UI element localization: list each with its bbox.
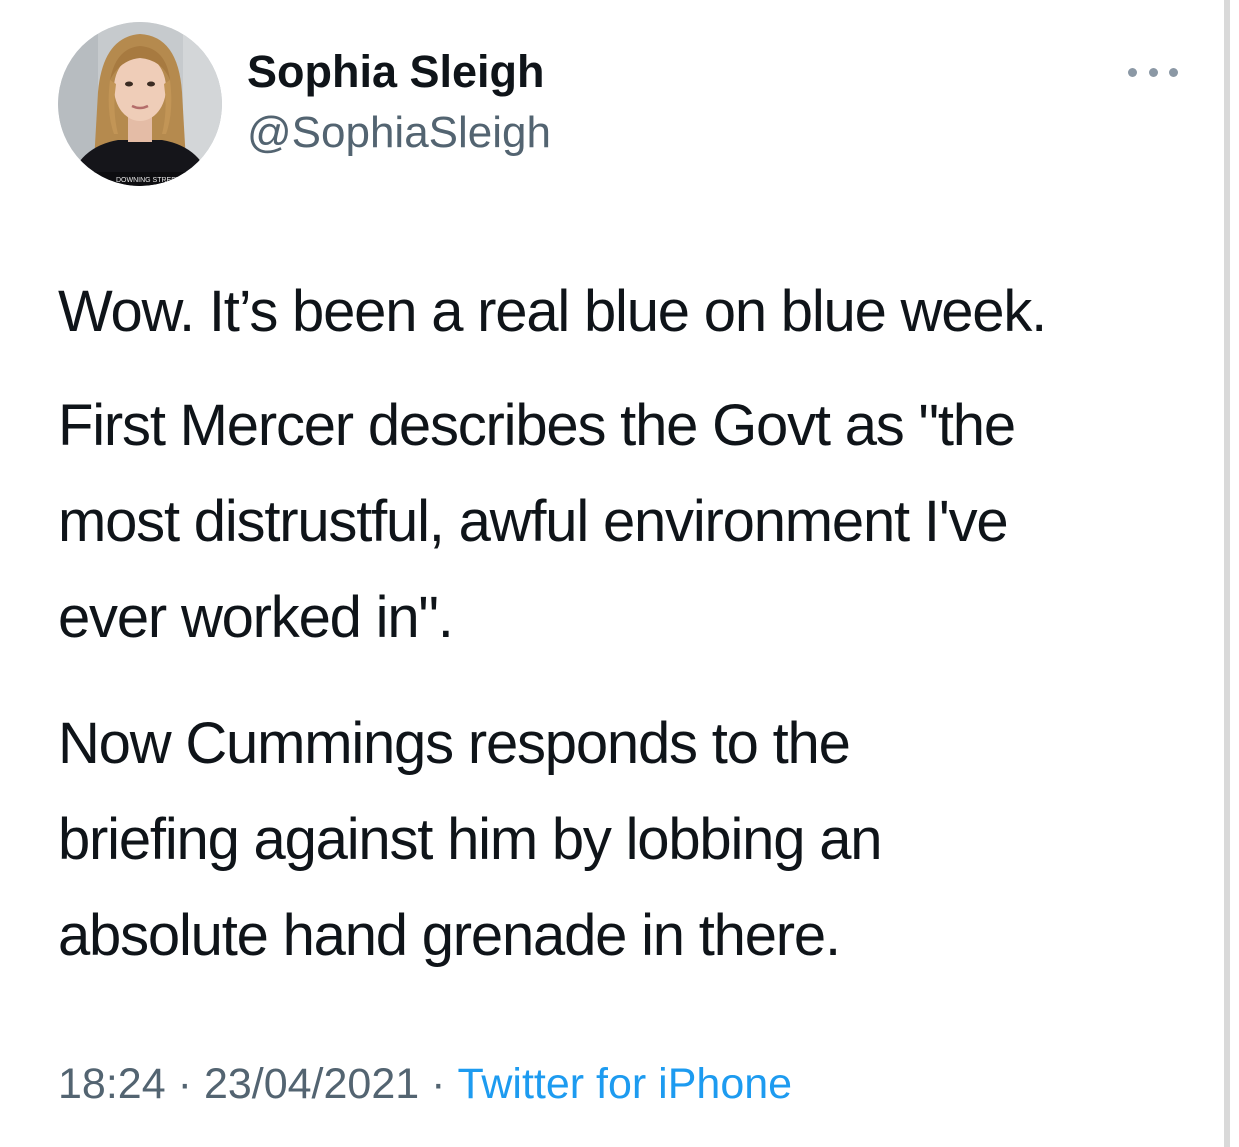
tweet-line: most distrustful, awful environment I've: [58, 489, 1009, 554]
avatar-photo: DOWNING STREET: [58, 22, 222, 186]
tweet-line: Now Cummings responds to the: [58, 711, 851, 776]
svg-text:DOWNING STREET: DOWNING STREET: [116, 177, 181, 184]
avatar[interactable]: DOWNING STREET: [58, 22, 222, 186]
more-dot: [1128, 67, 1137, 77]
tweet-line: Wow. It’s been a real blue on blue week.: [58, 279, 1047, 344]
display-name[interactable]: Sophia Sleigh: [247, 46, 545, 98]
tweet-card: DOWNING STREET Sophia Sleigh @SophiaSlei…: [0, 0, 1222, 1147]
separator: ·: [177, 1060, 192, 1108]
tweet-line: absolute hand grenade in there.: [58, 903, 841, 968]
more-dot: [1169, 67, 1178, 77]
tweet-date[interactable]: 23/04/2021: [204, 1060, 419, 1108]
user-handle[interactable]: @SophiaSleigh: [247, 108, 551, 158]
tweet-line: briefing against him by lobbing an: [58, 807, 883, 872]
scrollbar-edge: [1224, 0, 1230, 1147]
separator: ·: [431, 1060, 446, 1108]
more-dot: [1148, 67, 1158, 77]
tweet-paragraph-1: Wow. It’s been a real blue on blue week.: [58, 264, 1178, 360]
tweet-line: First Mercer describes the Govt as "the: [58, 393, 1016, 458]
tweet-source-link[interactable]: Twitter for iPhone: [457, 1060, 792, 1108]
tweet-time[interactable]: 18:24: [58, 1060, 166, 1108]
tweet-paragraph-3: Now Cummings responds to the briefing ag…: [58, 696, 1178, 984]
more-horizontal-icon[interactable]: [1128, 62, 1178, 82]
tweet-metadata: 18:24 · 23/04/2021 · Twitter for iPhone: [58, 1060, 792, 1109]
tweet-line: ever worked in".: [58, 585, 454, 650]
tweet-paragraph-2: First Mercer describes the Govt as "the …: [58, 378, 1178, 666]
